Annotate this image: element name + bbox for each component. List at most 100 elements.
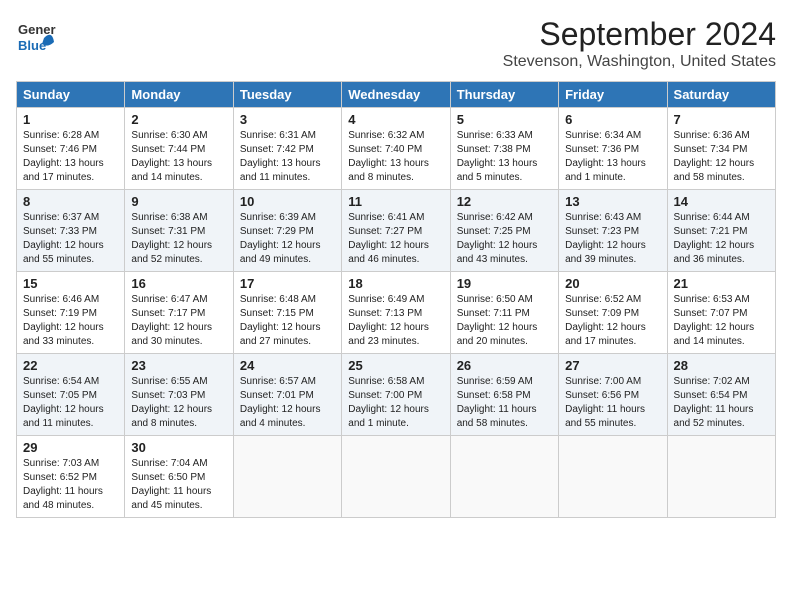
cell-week2-day5: 13 Sunrise: 6:43 AM Sunset: 7:23 PM Dayl…: [559, 190, 667, 272]
cell-sunset: Sunset: 7:01 PM: [240, 390, 314, 401]
cell-week3-day2: 17 Sunrise: 6:48 AM Sunset: 7:15 PM Dayl…: [233, 272, 341, 354]
cell-week3-day5: 20 Sunrise: 6:52 AM Sunset: 7:09 PM Dayl…: [559, 272, 667, 354]
cell-week1-day0: 1 Sunrise: 6:28 AM Sunset: 7:46 PM Dayli…: [17, 108, 125, 190]
cell-daylight: Daylight: 12 hours and 23 minutes.: [348, 322, 429, 347]
cell-sunrise: Sunrise: 6:54 AM: [23, 376, 99, 387]
day-number: 19: [457, 276, 552, 291]
cell-sunset: Sunset: 7:11 PM: [457, 308, 530, 319]
cell-sunset: Sunset: 6:54 PM: [674, 390, 748, 401]
cell-week3-day0: 15 Sunrise: 6:46 AM Sunset: 7:19 PM Dayl…: [17, 272, 125, 354]
calendar-table: Sunday Monday Tuesday Wednesday Thursday…: [16, 81, 776, 518]
cell-sunrise: Sunrise: 6:31 AM: [240, 130, 316, 141]
cell-daylight: Daylight: 12 hours and 4 minutes.: [240, 404, 321, 429]
cell-sunset: Sunset: 7:19 PM: [23, 308, 97, 319]
cell-sunset: Sunset: 7:17 PM: [131, 308, 205, 319]
cell-week5-day5: [559, 436, 667, 518]
cell-sunrise: Sunrise: 6:47 AM: [131, 294, 207, 305]
cell-sunrise: Sunrise: 6:52 AM: [565, 294, 641, 305]
cell-sunset: Sunset: 7:31 PM: [131, 226, 205, 237]
cell-week4-day1: 23 Sunrise: 6:55 AM Sunset: 7:03 PM Dayl…: [125, 354, 233, 436]
cell-daylight: Daylight: 12 hours and 27 minutes.: [240, 322, 321, 347]
cell-sunrise: Sunrise: 6:32 AM: [348, 130, 424, 141]
cell-daylight: Daylight: 13 hours and 14 minutes.: [131, 158, 212, 183]
cell-week1-day3: 4 Sunrise: 6:32 AM Sunset: 7:40 PM Dayli…: [342, 108, 450, 190]
cell-sunset: Sunset: 7:09 PM: [565, 308, 639, 319]
cell-daylight: Daylight: 12 hours and 20 minutes.: [457, 322, 538, 347]
cell-week1-day4: 5 Sunrise: 6:33 AM Sunset: 7:38 PM Dayli…: [450, 108, 558, 190]
cell-week1-day5: 6 Sunrise: 6:34 AM Sunset: 7:36 PM Dayli…: [559, 108, 667, 190]
week-row-4: 22 Sunrise: 6:54 AM Sunset: 7:05 PM Dayl…: [17, 354, 776, 436]
cell-sunset: Sunset: 7:27 PM: [348, 226, 422, 237]
cell-sunset: Sunset: 7:13 PM: [348, 308, 422, 319]
cell-sunset: Sunset: 6:52 PM: [23, 472, 97, 483]
cell-week5-day6: [667, 436, 775, 518]
cell-week5-day4: [450, 436, 558, 518]
cell-sunrise: Sunrise: 7:00 AM: [565, 376, 641, 387]
day-number: 25: [348, 358, 443, 373]
cell-sunrise: Sunrise: 6:44 AM: [674, 212, 750, 223]
day-number: 30: [131, 440, 226, 455]
cell-week4-day4: 26 Sunrise: 6:59 AM Sunset: 6:58 PM Dayl…: [450, 354, 558, 436]
cell-sunset: Sunset: 6:56 PM: [565, 390, 639, 401]
cell-sunrise: Sunrise: 6:28 AM: [23, 130, 99, 141]
day-number: 14: [674, 194, 769, 209]
day-number: 17: [240, 276, 335, 291]
col-sunday: Sunday: [17, 82, 125, 108]
col-wednesday: Wednesday: [342, 82, 450, 108]
month-title: September 2024: [503, 16, 776, 53]
cell-week2-day3: 11 Sunrise: 6:41 AM Sunset: 7:27 PM Dayl…: [342, 190, 450, 272]
day-number: 1: [23, 112, 118, 127]
cell-daylight: Daylight: 12 hours and 14 minutes.: [674, 322, 755, 347]
cell-week2-day6: 14 Sunrise: 6:44 AM Sunset: 7:21 PM Dayl…: [667, 190, 775, 272]
cell-week2-day2: 10 Sunrise: 6:39 AM Sunset: 7:29 PM Dayl…: [233, 190, 341, 272]
day-number: 5: [457, 112, 552, 127]
day-number: 20: [565, 276, 660, 291]
day-number: 3: [240, 112, 335, 127]
cell-week1-day6: 7 Sunrise: 6:36 AM Sunset: 7:34 PM Dayli…: [667, 108, 775, 190]
day-number: 23: [131, 358, 226, 373]
cell-daylight: Daylight: 11 hours and 55 minutes.: [565, 404, 645, 429]
day-number: 28: [674, 358, 769, 373]
title-area: September 2024 Stevenson, Washington, Un…: [503, 16, 776, 71]
cell-sunset: Sunset: 7:21 PM: [674, 226, 748, 237]
cell-sunrise: Sunrise: 6:39 AM: [240, 212, 316, 223]
cell-daylight: Daylight: 12 hours and 17 minutes.: [565, 322, 646, 347]
day-number: 16: [131, 276, 226, 291]
cell-daylight: Daylight: 12 hours and 33 minutes.: [23, 322, 104, 347]
cell-sunset: Sunset: 7:44 PM: [131, 144, 205, 155]
cell-sunset: Sunset: 7:36 PM: [565, 144, 639, 155]
cell-daylight: Daylight: 11 hours and 48 minutes.: [23, 486, 103, 511]
day-number: 26: [457, 358, 552, 373]
week-row-1: 1 Sunrise: 6:28 AM Sunset: 7:46 PM Dayli…: [17, 108, 776, 190]
cell-sunset: Sunset: 7:42 PM: [240, 144, 314, 155]
day-number: 6: [565, 112, 660, 127]
day-number: 27: [565, 358, 660, 373]
day-number: 24: [240, 358, 335, 373]
day-number: 18: [348, 276, 443, 291]
day-number: 9: [131, 194, 226, 209]
cell-week3-day6: 21 Sunrise: 6:53 AM Sunset: 7:07 PM Dayl…: [667, 272, 775, 354]
cell-week1-day2: 3 Sunrise: 6:31 AM Sunset: 7:42 PM Dayli…: [233, 108, 341, 190]
cell-week2-day4: 12 Sunrise: 6:42 AM Sunset: 7:25 PM Dayl…: [450, 190, 558, 272]
col-monday: Monday: [125, 82, 233, 108]
day-number: 8: [23, 194, 118, 209]
cell-week2-day1: 9 Sunrise: 6:38 AM Sunset: 7:31 PM Dayli…: [125, 190, 233, 272]
cell-sunrise: Sunrise: 6:42 AM: [457, 212, 533, 223]
cell-week5-day1: 30 Sunrise: 7:04 AM Sunset: 6:50 PM Dayl…: [125, 436, 233, 518]
cell-sunset: Sunset: 7:23 PM: [565, 226, 639, 237]
col-saturday: Saturday: [667, 82, 775, 108]
location-title: Stevenson, Washington, United States: [503, 53, 776, 71]
cell-daylight: Daylight: 13 hours and 8 minutes.: [348, 158, 429, 183]
day-number: 11: [348, 194, 443, 209]
cell-daylight: Daylight: 11 hours and 52 minutes.: [674, 404, 754, 429]
cell-sunrise: Sunrise: 6:36 AM: [674, 130, 750, 141]
cell-daylight: Daylight: 12 hours and 46 minutes.: [348, 240, 429, 265]
cell-daylight: Daylight: 12 hours and 58 minutes.: [674, 158, 755, 183]
cell-sunset: Sunset: 7:33 PM: [23, 226, 97, 237]
cell-daylight: Daylight: 12 hours and 1 minute.: [348, 404, 429, 429]
cell-sunset: Sunset: 7:38 PM: [457, 144, 531, 155]
cell-sunrise: Sunrise: 6:55 AM: [131, 376, 207, 387]
cell-sunrise: Sunrise: 7:03 AM: [23, 458, 99, 469]
cell-week3-day4: 19 Sunrise: 6:50 AM Sunset: 7:11 PM Dayl…: [450, 272, 558, 354]
cell-daylight: Daylight: 11 hours and 45 minutes.: [131, 486, 211, 511]
